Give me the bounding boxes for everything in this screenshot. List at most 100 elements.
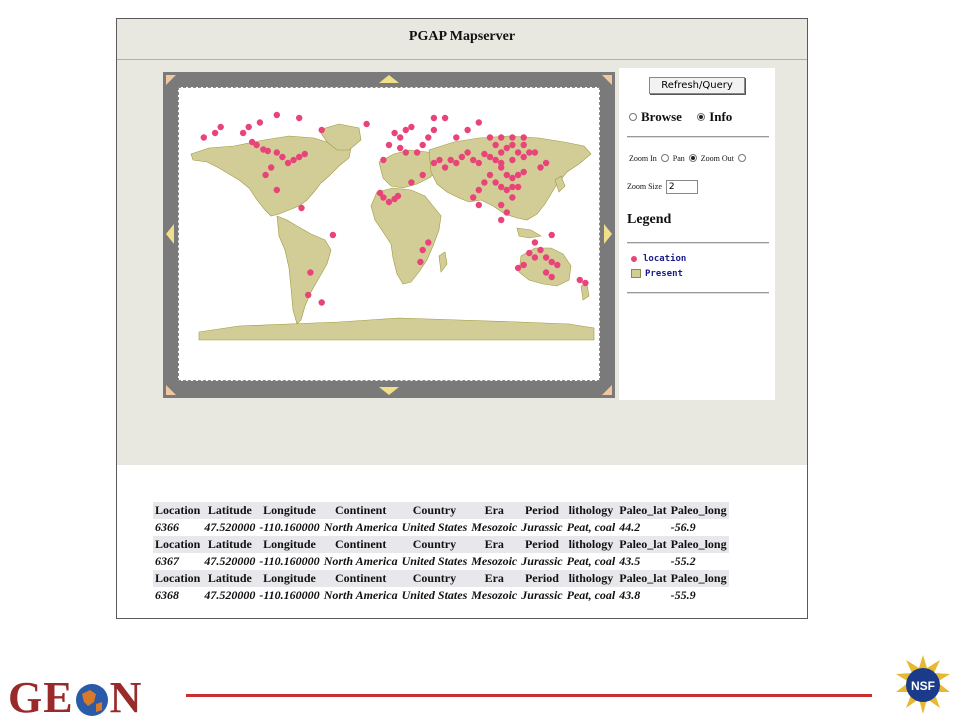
- location-point[interactable]: [486, 153, 494, 161]
- location-point[interactable]: [441, 114, 449, 122]
- location-point[interactable]: [385, 198, 393, 206]
- location-point[interactable]: [470, 156, 477, 164]
- location-point[interactable]: [256, 119, 264, 126]
- location-point[interactable]: [417, 258, 424, 266]
- location-point[interactable]: [264, 147, 271, 155]
- location-point[interactable]: [394, 192, 402, 200]
- location-point[interactable]: [301, 150, 308, 158]
- location-point[interactable]: [470, 194, 477, 201]
- pan-northwest-arrow-icon[interactable]: [166, 75, 176, 85]
- location-point[interactable]: [520, 261, 527, 269]
- pan-west-arrow-icon[interactable]: [166, 224, 174, 244]
- location-point[interactable]: [402, 149, 409, 156]
- pan-northeast-arrow-icon[interactable]: [602, 75, 612, 85]
- location-point[interactable]: [582, 279, 589, 287]
- location-point[interactable]: [273, 111, 280, 119]
- pan-southeast-arrow-icon[interactable]: [602, 385, 612, 395]
- location-point[interactable]: [475, 119, 482, 126]
- world-map[interactable]: [179, 88, 599, 380]
- location-point[interactable]: [408, 179, 415, 186]
- location-point[interactable]: [503, 171, 510, 179]
- location-point[interactable]: [548, 258, 555, 266]
- location-point[interactable]: [296, 114, 303, 122]
- location-point[interactable]: [284, 159, 292, 167]
- location-point[interactable]: [526, 249, 533, 257]
- location-point[interactable]: [548, 273, 555, 281]
- location-point[interactable]: [268, 164, 275, 171]
- location-point[interactable]: [436, 156, 443, 164]
- location-point[interactable]: [329, 231, 337, 239]
- location-point[interactable]: [492, 156, 499, 164]
- location-point[interactable]: [296, 153, 303, 161]
- location-point[interactable]: [419, 246, 426, 254]
- location-point[interactable]: [554, 261, 561, 269]
- location-point[interactable]: [520, 134, 527, 141]
- location-point[interactable]: [520, 141, 527, 149]
- location-point[interactable]: [486, 134, 494, 141]
- location-point[interactable]: [419, 171, 426, 179]
- location-point[interactable]: [430, 159, 438, 167]
- location-point[interactable]: [318, 299, 325, 306]
- zoom-out-radio[interactable]: [737, 154, 746, 163]
- location-point[interactable]: [509, 174, 516, 182]
- location-point[interactable]: [458, 153, 466, 161]
- location-point[interactable]: [498, 149, 505, 156]
- location-point[interactable]: [498, 216, 505, 224]
- location-point[interactable]: [402, 126, 409, 134]
- location-point[interactable]: [514, 183, 522, 191]
- location-point[interactable]: [542, 254, 550, 261]
- location-point[interactable]: [464, 149, 471, 156]
- zoom-size-input[interactable]: [665, 180, 698, 194]
- location-point[interactable]: [481, 150, 488, 158]
- location-point[interactable]: [542, 269, 550, 276]
- location-point[interactable]: [380, 156, 387, 164]
- location-point[interactable]: [453, 134, 460, 141]
- location-point[interactable]: [453, 159, 460, 167]
- location-point[interactable]: [200, 134, 207, 141]
- location-point[interactable]: [475, 201, 482, 209]
- location-point[interactable]: [385, 141, 393, 149]
- location-point[interactable]: [425, 239, 432, 246]
- location-point[interactable]: [307, 269, 314, 276]
- location-point[interactable]: [503, 186, 510, 194]
- location-point[interactable]: [531, 239, 539, 246]
- location-point[interactable]: [464, 126, 471, 134]
- location-point[interactable]: [548, 231, 555, 239]
- location-point[interactable]: [526, 149, 533, 156]
- location-point[interactable]: [305, 291, 312, 299]
- location-point[interactable]: [514, 264, 522, 272]
- location-point[interactable]: [475, 159, 482, 167]
- pan-southwest-arrow-icon[interactable]: [166, 385, 176, 395]
- pan-south-arrow-icon[interactable]: [379, 387, 399, 395]
- location-point[interactable]: [273, 149, 280, 156]
- location-point[interactable]: [509, 183, 516, 191]
- location-point[interactable]: [509, 156, 516, 164]
- location-point[interactable]: [475, 186, 482, 194]
- location-point[interactable]: [279, 153, 286, 161]
- location-point[interactable]: [509, 141, 516, 149]
- location-point[interactable]: [481, 179, 488, 186]
- location-point[interactable]: [397, 134, 404, 141]
- location-point[interactable]: [290, 156, 297, 164]
- location-point[interactable]: [217, 123, 224, 131]
- browse-radio[interactable]: [629, 113, 637, 122]
- info-radio[interactable]: [697, 113, 706, 122]
- location-point[interactable]: [503, 144, 510, 152]
- location-point[interactable]: [419, 141, 426, 149]
- location-point[interactable]: [425, 134, 432, 141]
- location-point[interactable]: [245, 123, 252, 131]
- location-point[interactable]: [413, 149, 421, 156]
- refresh-query-button[interactable]: Refresh/Query: [649, 77, 745, 94]
- location-point[interactable]: [509, 194, 516, 201]
- location-point[interactable]: [520, 168, 527, 176]
- zoom-in-radio[interactable]: [660, 154, 669, 163]
- location-point[interactable]: [380, 194, 387, 201]
- location-point[interactable]: [430, 114, 438, 122]
- location-point[interactable]: [441, 164, 449, 171]
- location-point[interactable]: [514, 171, 522, 179]
- location-point[interactable]: [498, 201, 505, 209]
- location-point[interactable]: [408, 123, 415, 131]
- location-point[interactable]: [211, 129, 219, 137]
- location-point[interactable]: [531, 254, 539, 261]
- pan-east-arrow-icon[interactable]: [604, 224, 612, 244]
